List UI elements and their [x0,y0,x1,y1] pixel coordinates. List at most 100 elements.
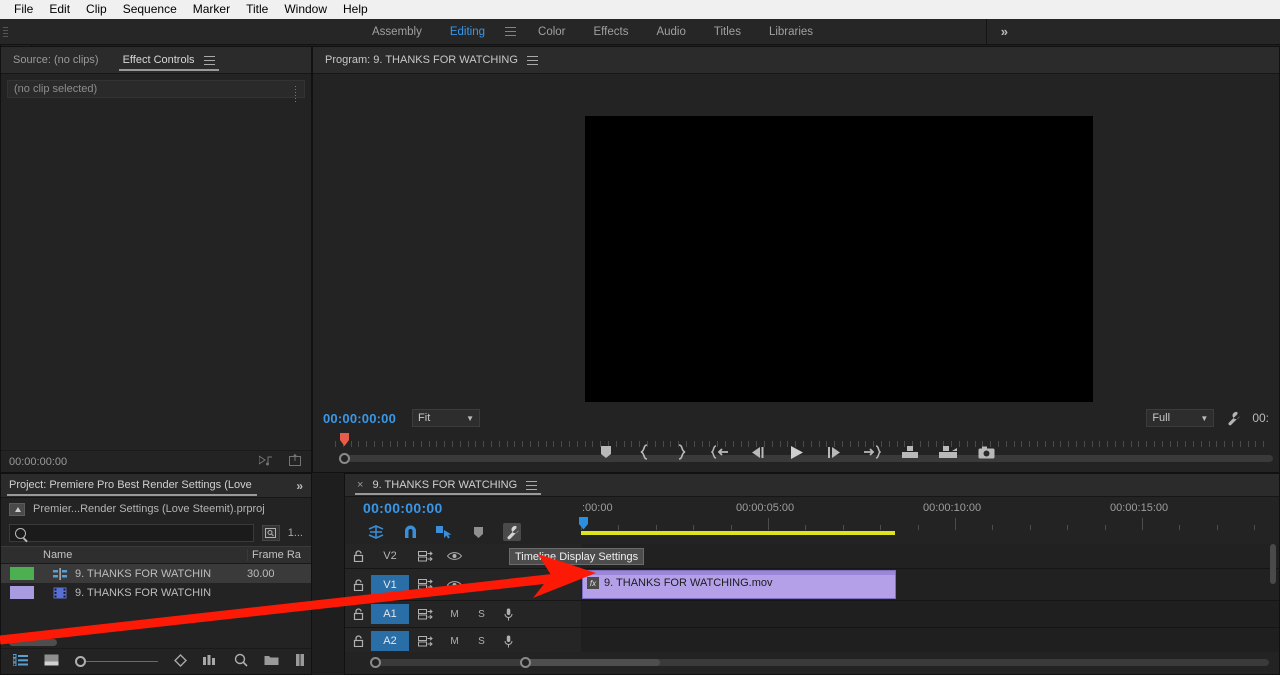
menu-item-window[interactable]: Window [276,1,335,18]
sort-icon[interactable] [174,653,187,670]
track-content-a1[interactable] [581,601,1279,628]
play-stop-button[interactable] [786,442,806,462]
add-marker-button[interactable] [596,442,616,462]
timeline-playhead-timecode[interactable]: 00:00:00:00 [363,500,443,516]
find-icon[interactable] [234,653,248,670]
snap-icon[interactable] [401,523,419,541]
track-header-a2[interactable]: A2 M S [345,628,581,655]
workspace-tab-effects[interactable]: Effects [580,19,643,45]
table-row[interactable]: 9. THANKS FOR WATCHIN [1,583,311,602]
tab-sequence[interactable]: × 9. THANKS FOR WATCHING [345,474,543,496]
go-to-out-button[interactable] [862,442,882,462]
track-content-v2[interactable] [581,544,1279,569]
column-header-name[interactable]: Name [39,549,247,561]
go-to-in-button[interactable] [710,442,730,462]
workspace-tab-editing[interactable]: Editing [436,19,499,45]
tab-program-monitor[interactable]: Program: 9. THANKS FOR WATCHING [313,47,550,73]
linked-selection-icon[interactable] [435,523,453,541]
list-view-icon[interactable] [12,654,28,669]
timeline-zoom-thumb[interactable] [525,659,660,666]
playback-resolution-select[interactable]: Full ▼ [1146,409,1215,427]
track-header-a1[interactable]: A1 M S [345,601,581,628]
workspace-menu-icon[interactable] [505,27,517,36]
table-row[interactable]: 9. THANKS FOR WATCHIN 30.00 [1,564,311,583]
lock-icon[interactable] [345,550,371,562]
close-icon[interactable]: × [357,479,363,491]
menu-item-file[interactable]: File [6,1,41,18]
voice-over-record-icon-a1[interactable] [495,608,522,621]
lock-icon[interactable] [345,608,371,620]
timeline-menu-icon[interactable] [526,480,538,490]
timeline-vertical-scrollbar[interactable] [1269,544,1277,652]
parent-bin-icon[interactable] [9,502,25,516]
track-name-a2[interactable]: A2 [371,631,409,651]
program-duration-timecode[interactable]: 00: [1252,411,1269,425]
tab-project[interactable]: Project: Premiere Pro Best Render Settin… [1,474,259,497]
tab-effect-controls[interactable]: Effect Controls [111,47,227,73]
project-overflow-button[interactable]: » [288,479,311,493]
track-solo-button-a1[interactable]: S [468,609,495,620]
add-marker-icon[interactable] [469,523,487,541]
track-content-a2[interactable] [581,628,1279,655]
export-frame-button[interactable] [976,442,996,462]
sync-lock-icon-v1[interactable] [409,579,441,590]
zoom-level-select[interactable]: Fit ▼ [412,409,481,427]
program-video-frame[interactable] [585,116,1093,402]
project-filter-button[interactable] [261,525,280,541]
sync-lock-icon-a1[interactable] [409,608,441,620]
program-current-timecode[interactable]: 00:00:00:00 [323,411,396,426]
project-search-box[interactable] [9,524,254,542]
menu-item-marker[interactable]: Marker [185,1,238,18]
sync-lock-icon-a2[interactable] [409,635,441,647]
track-mute-button-a1[interactable]: M [441,609,468,620]
track-output-eye-icon-v2[interactable] [441,551,468,561]
extract-button[interactable] [938,442,958,462]
track-solo-button-a2[interactable]: S [468,636,495,647]
menu-item-clip[interactable]: Clip [78,1,115,18]
lift-button[interactable] [900,442,920,462]
step-back-button[interactable] [748,442,768,462]
timeline-ruler[interactable]: :00:00 00:00:05:00 00:00:10:00 00:00:15:… [579,497,1279,544]
track-mute-button-a2[interactable]: M [441,636,468,647]
track-header-v1[interactable]: V1 [345,569,581,601]
track-name-v1[interactable]: V1 [371,574,409,595]
menu-item-title[interactable]: Title [238,1,276,18]
workspace-tab-libraries[interactable]: Libraries [755,19,827,45]
track-name-a1[interactable]: A1 [371,604,409,624]
mark-out-button[interactable] [672,442,692,462]
effect-controls-timecode[interactable]: 00:00:00:00 [9,456,67,468]
project-horizontal-scrollbar[interactable] [9,639,57,646]
new-item-icon[interactable] [295,654,305,669]
lock-icon[interactable] [345,578,371,591]
timeline-playhead[interactable] [579,517,588,530]
freeform-icon[interactable] [203,654,218,669]
column-header-frame-rate[interactable]: Frame Rа [247,549,311,561]
timeline-zoom-track[interactable] [375,659,1269,666]
export-frame-icon[interactable] [289,453,303,469]
play-audio-icon[interactable] [258,454,275,469]
timeline-zoom-knob-right[interactable] [520,657,531,668]
effect-controls-menu-icon[interactable] [203,55,215,65]
project-search-input[interactable] [31,527,248,539]
tab-source[interactable]: Source: (no clips) [1,47,111,73]
insert-overwrite-icon[interactable] [367,523,385,541]
workspace-tab-audio[interactable]: Audio [642,19,699,45]
zoom-slider[interactable] [75,656,158,667]
track-content-v1[interactable]: fx 9. THANKS FOR WATCHING.mov [581,569,1279,601]
voice-over-record-icon-a2[interactable] [495,635,522,648]
mark-in-button[interactable] [634,442,654,462]
sync-lock-icon-v2[interactable] [409,550,441,562]
menu-item-help[interactable]: Help [335,1,376,18]
menu-item-edit[interactable]: Edit [41,1,78,18]
workspace-tab-titles[interactable]: Titles [700,19,755,45]
lock-icon[interactable] [345,635,371,647]
drag-handle-icon[interactable] [294,85,299,102]
timeline-zoom-knob-left[interactable] [370,657,381,668]
track-output-eye-icon-v1[interactable] [441,580,468,590]
workspace-overflow-button[interactable]: » [985,18,1022,45]
timeline-display-settings-icon[interactable] [503,523,521,541]
track-name-v2[interactable]: V2 [371,546,409,566]
workspace-grip[interactable] [0,19,10,45]
menu-item-sequence[interactable]: Sequence [115,1,185,18]
zoom-slider-knob[interactable] [75,656,86,667]
